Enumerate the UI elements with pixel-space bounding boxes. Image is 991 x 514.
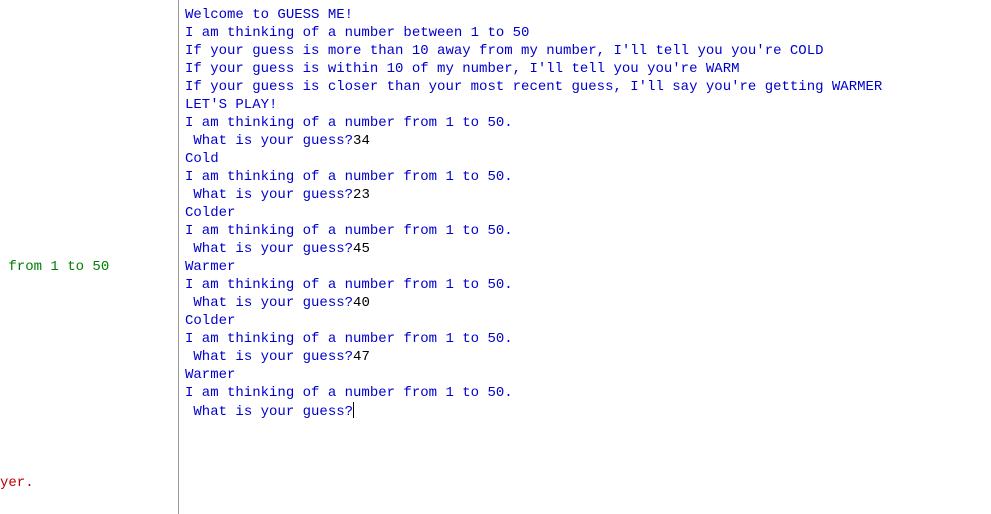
user-input: 34 <box>353 133 370 149</box>
console-line: If your guess is within 10 of my number,… <box>185 61 740 77</box>
console-line: Colder <box>185 205 235 221</box>
user-input: 45 <box>353 241 370 257</box>
workspace-split: from 1 to 50 yer. between 1 to 50') 10 a… <box>0 0 991 514</box>
console-prompt: What is your guess? <box>185 349 353 365</box>
code-fragment: from 1 to 50 <box>0 258 178 276</box>
console-line: I am thinking of a number from 1 to 50. <box>185 385 513 401</box>
console-line: If your guess is more than 10 away from … <box>185 43 824 59</box>
console-line: LET'S PLAY! <box>185 97 277 113</box>
console-prompt: What is your guess? <box>185 187 353 203</box>
code-fragment: yer. <box>0 474 178 492</box>
console-line: I am thinking of a number from 1 to 50. <box>185 169 513 185</box>
console-line: Cold <box>185 151 219 167</box>
console-prompt: What is your guess? <box>185 133 353 149</box>
user-input: 40 <box>353 295 370 311</box>
user-input: 47 <box>353 349 370 365</box>
console-prompt: What is your guess? <box>185 404 353 420</box>
console-line: I am thinking of a number from 1 to 50. <box>185 115 513 131</box>
console-line: I am thinking of a number from 1 to 50. <box>185 331 513 347</box>
user-input: 23 <box>353 187 370 203</box>
editor-gutter-strip: from 1 to 50 yer. between 1 to 50') 10 a… <box>0 0 178 514</box>
console-line: If your guess is closer than your most r… <box>185 79 882 95</box>
console-prompt: What is your guess? <box>185 241 353 257</box>
console-pane[interactable]: Welcome to GUESS ME! I am thinking of a … <box>179 0 991 514</box>
console-line: Welcome to GUESS ME! <box>185 7 353 23</box>
console-line: Warmer <box>185 367 235 383</box>
console-line: Warmer <box>185 259 235 275</box>
console-prompt: What is your guess? <box>185 295 353 311</box>
console-line: Colder <box>185 313 235 329</box>
console-line: I am thinking of a number between 1 to 5… <box>185 25 529 41</box>
console-line: I am thinking of a number from 1 to 50. <box>185 223 513 239</box>
text-cursor[interactable] <box>353 402 354 418</box>
console-line: I am thinking of a number from 1 to 50. <box>185 277 513 293</box>
